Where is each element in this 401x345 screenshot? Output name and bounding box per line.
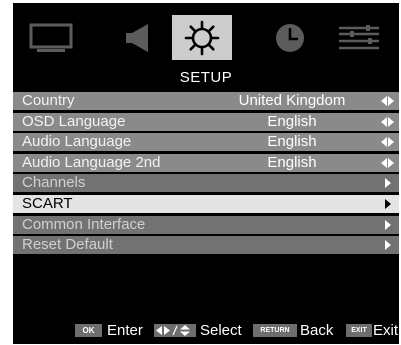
- menu-item-scart[interactable]: SCART: [13, 194, 399, 213]
- page-title: SETUP: [179, 69, 233, 86]
- arrow-left-icon[interactable]: [381, 137, 387, 148]
- menu-item-value: English: [267, 112, 317, 130]
- menu-item-value-cell: [211, 174, 399, 193]
- sliders-options-icon: [339, 24, 379, 49]
- gear-setup-icon: [184, 20, 220, 55]
- tv-osd-screen: SETUP Country United Kingdom OSD Languag…: [13, 3, 399, 344]
- arrow-right-icon[interactable]: [388, 157, 394, 168]
- tab-options[interactable]: [329, 15, 389, 60]
- return-key[interactable]: RETURN: [253, 324, 297, 337]
- arrow-right-icon: [385, 178, 391, 189]
- key-hint-bar: OK Enter Select RETURN Back EXIT Exit: [0, 321, 400, 341]
- menu-item-value-cell: [211, 194, 399, 213]
- select-hint: Select: [200, 322, 242, 339]
- menu-item-value-cell: [211, 236, 399, 255]
- arrow-right-icon: [385, 219, 391, 230]
- exit-hint: Exit: [373, 322, 399, 339]
- menu-item-label: Common Interface: [13, 215, 211, 234]
- menu-item-label: Audio Language 2nd: [13, 153, 211, 172]
- arrow-left-icon[interactable]: [381, 116, 387, 127]
- menu-item-value-cell: English: [211, 112, 399, 131]
- menu-item-channels[interactable]: Channels: [13, 174, 399, 193]
- tab-time[interactable]: [260, 15, 320, 60]
- menu-item-common-interface[interactable]: Common Interface: [13, 215, 399, 234]
- tab-sound[interactable]: [107, 15, 167, 60]
- menu-item-osd-language[interactable]: OSD Language English: [13, 112, 399, 131]
- menu-item-value-cell: [211, 215, 399, 234]
- menu-item-label: OSD Language: [13, 112, 211, 131]
- menu-item-value: English: [267, 133, 317, 151]
- arrow-left-icon[interactable]: [381, 157, 387, 168]
- menu-item-audio-language[interactable]: Audio Language English: [13, 133, 399, 152]
- arrow-left-icon[interactable]: [381, 96, 387, 106]
- enter-hint: Enter: [107, 322, 143, 339]
- exit-key[interactable]: EXIT: [346, 324, 372, 337]
- menu-item-label: Audio Language: [13, 133, 211, 152]
- setup-menu-list: Country United Kingdom OSD Language Engl…: [13, 92, 399, 257]
- menu-item-value-cell: English: [211, 153, 399, 172]
- navigate-keys-icon[interactable]: [154, 324, 196, 337]
- menu-item-audio-language-2nd[interactable]: Audio Language 2nd English: [13, 153, 399, 172]
- speaker-sound-icon: [126, 23, 148, 52]
- menu-item-value: United Kingdom: [238, 92, 346, 109]
- menu-tab-bar: [13, 15, 399, 60]
- arrow-right-icon: [385, 198, 391, 209]
- arrow-right-icon[interactable]: [388, 116, 394, 127]
- clock-time-icon: [276, 23, 304, 52]
- ok-key[interactable]: OK: [75, 324, 102, 337]
- back-hint: Back: [300, 322, 334, 339]
- menu-item-label: Channels: [13, 174, 211, 193]
- arrow-right-icon[interactable]: [388, 137, 394, 148]
- menu-item-value-cell: United Kingdom: [211, 92, 399, 110]
- menu-item-reset-default[interactable]: Reset Default: [13, 236, 399, 255]
- tab-picture[interactable]: [21, 15, 81, 60]
- tab-setup[interactable]: [172, 15, 232, 60]
- arrow-right-icon[interactable]: [388, 96, 394, 106]
- tv-picture-icon: [29, 23, 73, 52]
- menu-item-label: Country: [13, 92, 211, 110]
- menu-item-value: English: [267, 153, 317, 171]
- menu-item-label: SCART: [13, 194, 211, 213]
- menu-item-value-cell: English: [211, 133, 399, 152]
- menu-item-country[interactable]: Country United Kingdom: [13, 92, 399, 110]
- menu-item-label: Reset Default: [13, 236, 211, 255]
- arrow-right-icon: [385, 240, 391, 251]
